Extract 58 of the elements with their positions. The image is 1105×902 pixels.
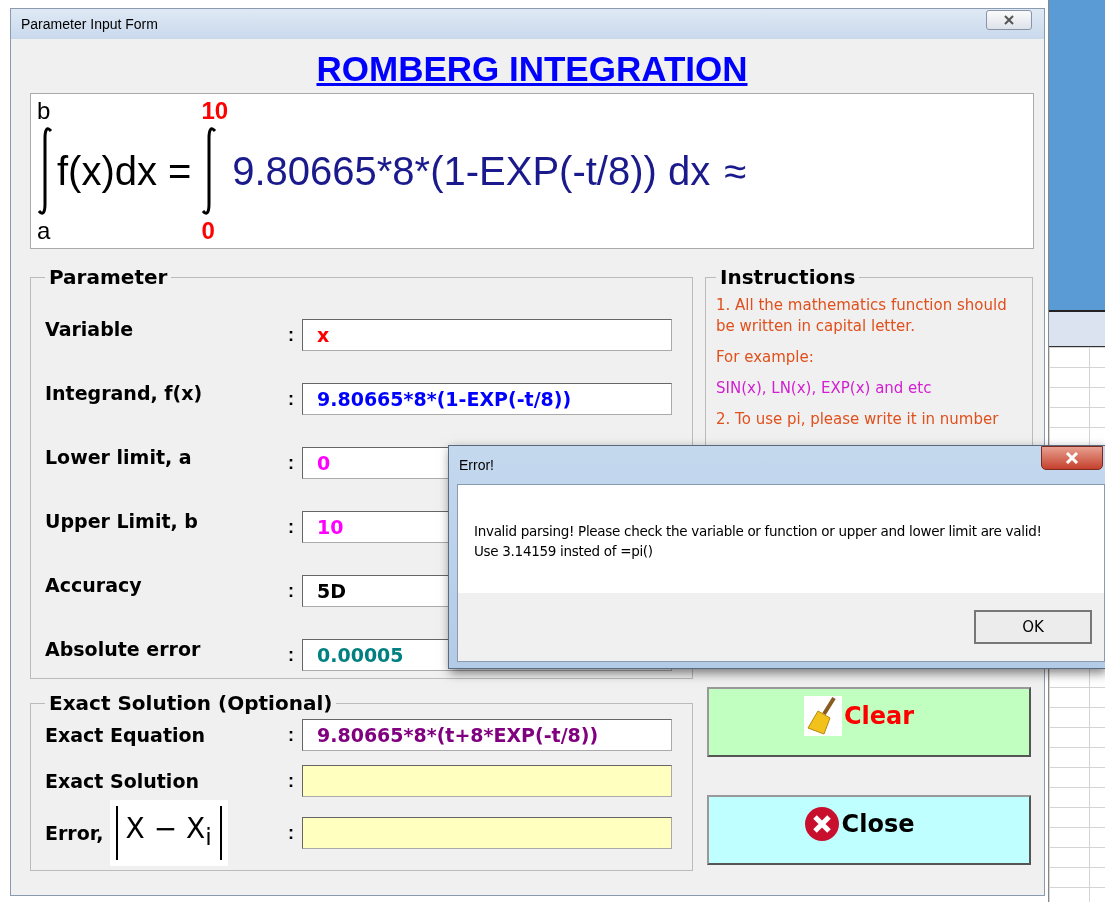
dialog-message: Invalid parsing! Please check the variable or function or upper and lower limit are valid! Use 3.14159 insted of =pi() [474, 522, 1043, 561]
colon: : [288, 388, 295, 410]
field-value: 9.80665*8*(1-EXP(-t/8)) [317, 388, 572, 410]
dialog-title: Error! [459, 457, 494, 473]
lower-limit-label: a [37, 218, 51, 244]
input-field[interactable]: 9.80665*8*(t+8*EXP(-t/8)) [302, 719, 672, 751]
group-title: Instructions [719, 265, 857, 289]
field-value: 10 [317, 516, 344, 538]
upper-limit-value: 10 [201, 98, 229, 124]
field-value: x [317, 324, 330, 346]
instruction-text: 1. All the mathematics function should be written in capital letter. [716, 295, 1008, 337]
field-value: 0.00005 [317, 644, 404, 666]
instruction-text: For example: [716, 347, 815, 368]
integrand-text: 9.80665*8*(1-EXP(-t/8)) dx [232, 148, 711, 194]
colon: : [288, 644, 295, 666]
colon: : [288, 516, 295, 538]
broom-icon [803, 696, 842, 736]
colon: : [288, 724, 295, 746]
colon: : [288, 324, 295, 346]
input-field[interactable]: x [302, 319, 672, 351]
ok-button[interactable]: OK [974, 610, 1092, 644]
close-button[interactable] [1041, 446, 1103, 470]
integral-sign-icon [37, 126, 53, 216]
colon: : [288, 580, 295, 602]
field-label: Variable [45, 318, 135, 340]
field-label: Integrand, f(x) [45, 382, 204, 404]
group-title: Exact Solution (Optional) [48, 691, 334, 715]
close-icon [1064, 452, 1080, 464]
instruction-text: 2. To use pi, please write it in number [716, 409, 1000, 430]
integral-sign-icon [201, 126, 218, 216]
field-value: 0 [317, 452, 331, 474]
field-value: 9.80665*8*(t+8*EXP(-t/8)) [317, 724, 599, 746]
window-title: Parameter Input Form [21, 16, 158, 32]
field-label: Exact Equation [45, 724, 206, 746]
group-title: Parameter [48, 265, 169, 289]
colon: : [288, 770, 295, 792]
lower-limit-value: 0 [201, 218, 215, 244]
instruction-text: SIN(x), LN(x), EXP(x) and etc [716, 378, 933, 399]
approx-symbol: ≈ [724, 148, 747, 194]
field-label: Accuracy [45, 574, 143, 596]
field-value: 5D [317, 580, 346, 602]
formula-text: f(x)dx = [57, 148, 192, 194]
colon: : [288, 822, 295, 844]
form-heading: ROMBERG INTEGRATION [316, 49, 748, 89]
input-field[interactable] [302, 817, 672, 849]
field-label: Exact Solution [45, 770, 199, 792]
field-label: Error, [45, 822, 104, 844]
colon: : [288, 452, 295, 474]
field-label: Upper Limit, b [45, 510, 199, 532]
field-label: Lower limit, a [45, 446, 193, 468]
close-icon [803, 806, 840, 842]
field-label: Absolute error [45, 638, 202, 660]
upper-limit-label: b [37, 98, 51, 124]
close-button[interactable] [986, 10, 1032, 30]
close-icon [1002, 15, 1016, 25]
close-button[interactable]: Close [707, 795, 1031, 865]
input-field[interactable]: 9.80665*8*(1-EXP(-t/8)) [302, 383, 672, 415]
input-field[interactable] [302, 765, 672, 797]
